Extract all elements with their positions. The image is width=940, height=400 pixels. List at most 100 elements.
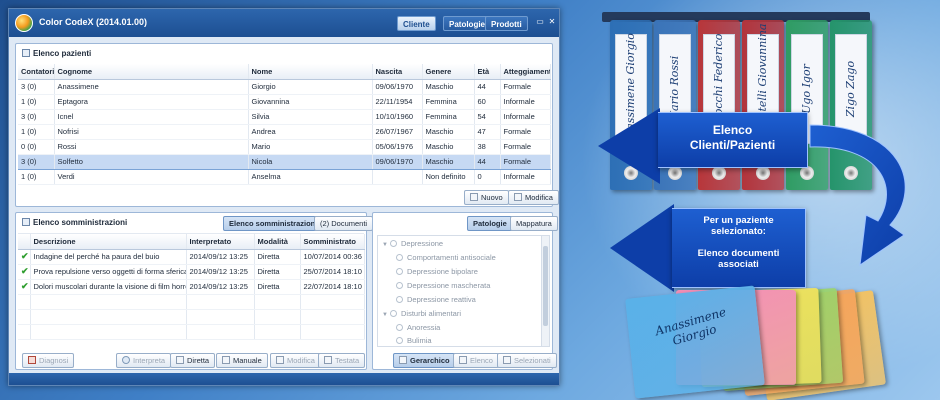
column-header-descrizione[interactable]: Descrizione (30, 234, 187, 250)
cell-cognome: Rossi (54, 139, 249, 155)
table-row[interactable]: 3 (0) Icnel Silvia 10/10/1960 Femmina 54… (18, 109, 551, 125)
radio-icon (396, 324, 403, 331)
list-icon (22, 49, 30, 57)
cell-nascita (372, 169, 423, 185)
cell-contatori: 1 (0) (18, 124, 55, 140)
direct-button[interactable]: Diretta (170, 353, 216, 368)
radio-icon (390, 240, 397, 247)
hierarchical-view-button[interactable]: Gerarchico (393, 353, 456, 368)
column-header-nascita[interactable]: Nascita (372, 64, 423, 80)
edit-administration-button[interactable]: Modifica (270, 353, 321, 368)
tab-pathologies[interactable]: Patologie (467, 216, 513, 231)
column-header-nome[interactable]: Nome (248, 64, 373, 80)
cell-cognome: Eptagora (54, 94, 249, 110)
tab-documents[interactable]: (2) Documenti (314, 216, 374, 231)
list-icon (459, 356, 467, 364)
column-header-contatori[interactable]: Contatori (18, 64, 55, 80)
cell-contatori: 1 (0) (18, 169, 55, 185)
list-view-button[interactable]: Elenco (453, 353, 499, 368)
selected-view-button[interactable]: Selezionati (497, 353, 557, 368)
column-header-status (18, 234, 31, 250)
table-row-empty (18, 294, 365, 310)
cell-eta: 54 (474, 109, 501, 125)
scrollbar-thumb[interactable] (543, 246, 548, 326)
maximize-icon[interactable]: ▭ (535, 17, 545, 27)
app-title: Color CodeX (2014.01.00) (39, 17, 148, 27)
cell-nome: Giorgio (248, 79, 373, 95)
edit-icon (276, 356, 284, 364)
check-icon: ✔ (18, 279, 31, 295)
table-row-selected[interactable]: 3 (0) Solfetto Nicola 09/06/1970 Maschio… (18, 153, 551, 170)
cell-modalita: Diretta (254, 264, 301, 280)
cell-nome: Mario (248, 139, 373, 155)
edit-icon (514, 193, 522, 201)
table-row-empty (18, 324, 365, 340)
cell-modalita: Diretta (254, 279, 301, 295)
table-row[interactable]: 3 (0) Anassimene Giorgio 09/06/1970 Masc… (18, 79, 551, 95)
diagnosis-button[interactable]: Diagnosi (22, 353, 75, 368)
tree-item-disturbi-alimentari[interactable]: ▼ Disturbi alimentari (382, 309, 461, 318)
cell-genere: Femmina (422, 94, 475, 110)
header-button[interactable]: Testata (318, 353, 366, 368)
tree-item[interactable]: Bulimia (396, 336, 432, 345)
check-icon: ✔ (18, 264, 31, 280)
tree-item[interactable]: Depressione bipolare (396, 267, 478, 276)
edit-patient-button[interactable]: Modifica (508, 190, 559, 205)
column-header-genere[interactable]: Genere (422, 64, 475, 80)
cell-contatori: 3 (0) (18, 153, 55, 170)
cell-cognome: Verdi (54, 169, 249, 185)
binder-ring-icon (668, 166, 682, 180)
cell-somministrato: 10/07/2014 00:36 (300, 249, 365, 265)
column-header-atteggiamento[interactable]: Atteggiamento (500, 64, 551, 80)
cell-cognome: Nofrisi (54, 124, 249, 140)
cell-descrizione: Prova repulsione verso oggetti di forma … (30, 264, 187, 280)
table-row[interactable]: ✔ Prova repulsione verso oggetti di form… (18, 264, 365, 280)
close-icon[interactable]: ✕ (547, 17, 557, 27)
cell-atteggiamento: Formale (500, 124, 551, 140)
manual-button[interactable]: Manuale (216, 353, 268, 368)
arrow-clients-label: Elenco Clienti/Pazienti (658, 112, 808, 168)
patients-panel: Elenco pazienti Contatori Cognome Nome N… (15, 43, 559, 207)
cell-interpretato: 2014/09/12 13:25 (186, 264, 255, 280)
list-icon (503, 356, 511, 364)
check-icon: ✔ (18, 249, 31, 265)
curved-arrow-icon (809, 124, 906, 267)
tree-item-depressione[interactable]: ▼ Depressione (382, 239, 443, 248)
interpret-button[interactable]: Interpreta (116, 353, 172, 368)
new-patient-button[interactable]: Nuovo (464, 190, 509, 205)
table-row[interactable]: 1 (0) Eptagora Giovannina 22/11/1954 Fem… (18, 94, 551, 110)
table-row[interactable]: 1 (0) Nofrisi Andrea 26/07/1967 Maschio … (18, 124, 551, 140)
tree-item[interactable]: Comportamenti antisociale (396, 253, 496, 262)
table-row[interactable]: 0 (0) Rossi Mario 05/06/1976 Maschio 38 … (18, 139, 551, 155)
document-icon (222, 356, 230, 364)
column-header-modalita[interactable]: Modalità (254, 234, 301, 250)
cell-genere: Femmina (422, 109, 475, 125)
tree-item[interactable]: Depressione reattiva (396, 295, 476, 304)
table-row[interactable]: ✔ Indagine del perché ha paura del buio … (18, 249, 365, 265)
cell-nascita: 09/06/1970 (372, 79, 423, 95)
column-header-interpretato[interactable]: Interpretato (186, 234, 255, 250)
tree-view-icon (399, 356, 407, 364)
cell-atteggiamento: Formale (500, 139, 551, 155)
cell-nascita: 10/10/1960 (372, 109, 423, 125)
column-header-somministrato[interactable]: Somministrato (300, 234, 365, 250)
column-header-cognome[interactable]: Cognome (54, 64, 249, 80)
cell-modalita: Diretta (254, 249, 301, 265)
table-row[interactable]: 1 (0) Verdi Anselma Non definito 0 Infor… (18, 169, 551, 185)
cell-genere: Maschio (422, 79, 475, 95)
tab-cliente[interactable]: Cliente (397, 16, 436, 31)
binder-name: Ugo Igor (800, 64, 813, 114)
tab-patologie[interactable]: Patologie (443, 16, 492, 31)
tab-mapping[interactable]: Mappatura (510, 216, 558, 231)
patients-panel-title: Elenco pazienti (22, 49, 91, 58)
tree-scrollbar[interactable] (541, 236, 549, 346)
cell-genere: Non definito (422, 169, 475, 185)
tree-item[interactable]: Anoressia (396, 323, 440, 332)
tab-administrations-list[interactable]: Elenco somministrazioni (223, 216, 324, 231)
table-row-empty (18, 309, 365, 325)
tree-item[interactable]: Depressione mascherata (396, 281, 490, 290)
tab-prodotti[interactable]: Prodotti (485, 16, 528, 31)
column-header-eta[interactable]: Età (474, 64, 501, 80)
table-row[interactable]: ✔ Dolori muscolari durante la visione di… (18, 279, 365, 295)
cell-eta: 38 (474, 139, 501, 155)
